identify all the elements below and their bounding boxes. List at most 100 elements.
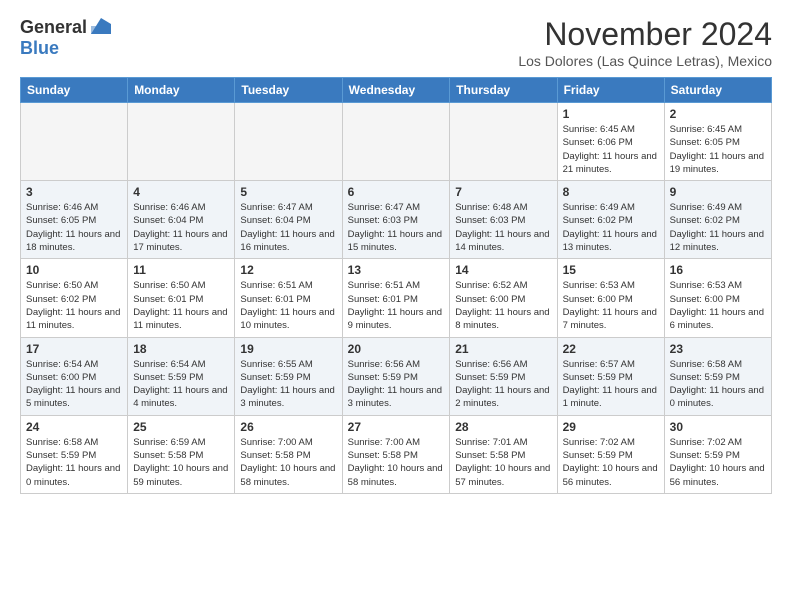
day-info: Sunrise: 7:00 AM Sunset: 5:58 PM Dayligh… xyxy=(240,436,336,489)
calendar-day-cell xyxy=(128,103,235,181)
day-number: 26 xyxy=(240,420,336,434)
calendar-day-cell: 22 Sunrise: 6:57 AM Sunset: 5:59 PM Dayli… xyxy=(557,337,664,415)
calendar-day-header: Thursday xyxy=(450,78,557,103)
day-number: 4 xyxy=(133,185,229,199)
calendar-day-cell: 29 Sunrise: 7:02 AM Sunset: 5:59 PM Dayli… xyxy=(557,415,664,493)
calendar-day-cell: 28Sunrise: 7:01 AM Sunset: 5:58 PM Dayli… xyxy=(450,415,557,493)
calendar-day-header: Wednesday xyxy=(342,78,450,103)
day-info: Sunrise: 6:58 AM Sunset: 5:59 PM Dayligh… xyxy=(670,358,766,411)
day-info: Sunrise: 6:53 AM Sunset: 6:00 PM Dayligh… xyxy=(670,279,766,332)
calendar-day-cell xyxy=(21,103,128,181)
calendar-day-cell: 15 Sunrise: 6:53 AM Sunset: 6:00 PM Dayli… xyxy=(557,259,664,337)
calendar-week-row: 3 Sunrise: 6:46 AM Sunset: 6:05 PM Daylig… xyxy=(21,181,772,259)
day-number: 10 xyxy=(26,263,122,277)
calendar-day-cell: 19Sunrise: 6:55 AM Sunset: 5:59 PM Dayli… xyxy=(235,337,342,415)
day-info: Sunrise: 6:46 AM Sunset: 6:05 PM Dayligh… xyxy=(26,201,122,254)
day-info: Sunrise: 6:48 AM Sunset: 6:03 PM Dayligh… xyxy=(455,201,551,254)
logo-blue-text: Blue xyxy=(20,38,59,59)
day-number: 6 xyxy=(348,185,445,199)
day-info: Sunrise: 6:56 AM Sunset: 5:59 PM Dayligh… xyxy=(455,358,551,411)
day-number: 16 xyxy=(670,263,766,277)
calendar-day-cell: 25Sunrise: 6:59 AM Sunset: 5:58 PM Dayli… xyxy=(128,415,235,493)
calendar-day-header: Sunday xyxy=(21,78,128,103)
day-info: Sunrise: 6:55 AM Sunset: 5:59 PM Dayligh… xyxy=(240,358,336,411)
location-subtitle: Los Dolores (Las Quince Letras), Mexico xyxy=(518,53,772,69)
calendar-table: SundayMondayTuesdayWednesdayThursdayFrid… xyxy=(20,77,772,494)
day-number: 3 xyxy=(26,185,122,199)
calendar-day-cell: 7 Sunrise: 6:48 AM Sunset: 6:03 PM Daylig… xyxy=(450,181,557,259)
day-number: 21 xyxy=(455,342,551,356)
calendar-day-header: Tuesday xyxy=(235,78,342,103)
calendar-day-cell: 1Sunrise: 6:45 AM Sunset: 6:06 PM Daylig… xyxy=(557,103,664,181)
day-number: 15 xyxy=(563,263,659,277)
day-number: 14 xyxy=(455,263,551,277)
logo-general-text: General xyxy=(20,17,87,38)
day-info: Sunrise: 6:56 AM Sunset: 5:59 PM Dayligh… xyxy=(348,358,445,411)
day-info: Sunrise: 6:50 AM Sunset: 6:01 PM Dayligh… xyxy=(133,279,229,332)
day-number: 23 xyxy=(670,342,766,356)
day-info: Sunrise: 6:45 AM Sunset: 6:06 PM Dayligh… xyxy=(563,123,659,176)
calendar-day-cell: 6 Sunrise: 6:47 AM Sunset: 6:03 PM Daylig… xyxy=(342,181,450,259)
calendar-day-cell: 2Sunrise: 6:45 AM Sunset: 6:05 PM Daylig… xyxy=(664,103,771,181)
calendar-day-cell: 23 Sunrise: 6:58 AM Sunset: 5:59 PM Dayli… xyxy=(664,337,771,415)
calendar-day-header: Friday xyxy=(557,78,664,103)
day-info: Sunrise: 7:02 AM Sunset: 5:59 PM Dayligh… xyxy=(670,436,766,489)
calendar-day-cell: 18Sunrise: 6:54 AM Sunset: 5:59 PM Dayli… xyxy=(128,337,235,415)
day-number: 20 xyxy=(348,342,445,356)
calendar-day-cell xyxy=(450,103,557,181)
calendar-week-row: 17Sunrise: 6:54 AM Sunset: 6:00 PM Dayli… xyxy=(21,337,772,415)
day-number: 29 xyxy=(563,420,659,434)
calendar-day-header: Saturday xyxy=(664,78,771,103)
day-number: 22 xyxy=(563,342,659,356)
calendar-day-cell: 9 Sunrise: 6:49 AM Sunset: 6:02 PM Daylig… xyxy=(664,181,771,259)
day-number: 11 xyxy=(133,263,229,277)
calendar-day-cell: 26 Sunrise: 7:00 AM Sunset: 5:58 PM Dayli… xyxy=(235,415,342,493)
calendar-day-cell: 17Sunrise: 6:54 AM Sunset: 6:00 PM Dayli… xyxy=(21,337,128,415)
page-header: General Blue November 2024 Los Dolores (… xyxy=(20,16,772,69)
title-section: November 2024 Los Dolores (Las Quince Le… xyxy=(518,16,772,69)
day-number: 7 xyxy=(455,185,551,199)
logo: General Blue xyxy=(20,16,111,59)
calendar-day-cell: 3 Sunrise: 6:46 AM Sunset: 6:05 PM Daylig… xyxy=(21,181,128,259)
calendar-day-header: Monday xyxy=(128,78,235,103)
calendar-week-row: 1Sunrise: 6:45 AM Sunset: 6:06 PM Daylig… xyxy=(21,103,772,181)
calendar-day-cell: 10Sunrise: 6:50 AM Sunset: 6:02 PM Dayli… xyxy=(21,259,128,337)
calendar-day-cell: 16 Sunrise: 6:53 AM Sunset: 6:00 PM Dayli… xyxy=(664,259,771,337)
day-info: Sunrise: 7:02 AM Sunset: 5:59 PM Dayligh… xyxy=(563,436,659,489)
calendar-week-row: 10Sunrise: 6:50 AM Sunset: 6:02 PM Dayli… xyxy=(21,259,772,337)
day-number: 13 xyxy=(348,263,445,277)
calendar-day-cell: 8Sunrise: 6:49 AM Sunset: 6:02 PM Daylig… xyxy=(557,181,664,259)
calendar-day-cell: 14 Sunrise: 6:52 AM Sunset: 6:00 PM Dayli… xyxy=(450,259,557,337)
month-title: November 2024 xyxy=(518,16,772,53)
day-number: 30 xyxy=(670,420,766,434)
calendar-day-cell xyxy=(235,103,342,181)
calendar-day-cell: 12Sunrise: 6:51 AM Sunset: 6:01 PM Dayli… xyxy=(235,259,342,337)
day-number: 9 xyxy=(670,185,766,199)
day-number: 24 xyxy=(26,420,122,434)
calendar-header-row: SundayMondayTuesdayWednesdayThursdayFrid… xyxy=(21,78,772,103)
calendar-day-cell: 5Sunrise: 6:47 AM Sunset: 6:04 PM Daylig… xyxy=(235,181,342,259)
calendar-day-cell: 21 Sunrise: 6:56 AM Sunset: 5:59 PM Dayli… xyxy=(450,337,557,415)
calendar-day-cell: 20 Sunrise: 6:56 AM Sunset: 5:59 PM Dayli… xyxy=(342,337,450,415)
day-number: 18 xyxy=(133,342,229,356)
day-info: Sunrise: 6:49 AM Sunset: 6:02 PM Dayligh… xyxy=(563,201,659,254)
day-info: Sunrise: 6:57 AM Sunset: 5:59 PM Dayligh… xyxy=(563,358,659,411)
day-info: Sunrise: 6:59 AM Sunset: 5:58 PM Dayligh… xyxy=(133,436,229,489)
day-info: Sunrise: 6:47 AM Sunset: 6:04 PM Dayligh… xyxy=(240,201,336,254)
day-info: Sunrise: 6:49 AM Sunset: 6:02 PM Dayligh… xyxy=(670,201,766,254)
calendar-day-cell: 11 Sunrise: 6:50 AM Sunset: 6:01 PM Dayli… xyxy=(128,259,235,337)
day-number: 12 xyxy=(240,263,336,277)
day-info: Sunrise: 6:47 AM Sunset: 6:03 PM Dayligh… xyxy=(348,201,445,254)
day-info: Sunrise: 6:52 AM Sunset: 6:00 PM Dayligh… xyxy=(455,279,551,332)
day-number: 27 xyxy=(348,420,445,434)
logo-icon xyxy=(89,16,111,38)
calendar-day-cell xyxy=(342,103,450,181)
day-info: Sunrise: 6:53 AM Sunset: 6:00 PM Dayligh… xyxy=(563,279,659,332)
calendar-day-cell: 30 Sunrise: 7:02 AM Sunset: 5:59 PM Dayli… xyxy=(664,415,771,493)
calendar-day-cell: 13 Sunrise: 6:51 AM Sunset: 6:01 PM Dayli… xyxy=(342,259,450,337)
day-info: Sunrise: 6:51 AM Sunset: 6:01 PM Dayligh… xyxy=(348,279,445,332)
day-info: Sunrise: 7:01 AM Sunset: 5:58 PM Dayligh… xyxy=(455,436,551,489)
calendar-week-row: 24Sunrise: 6:58 AM Sunset: 5:59 PM Dayli… xyxy=(21,415,772,493)
day-info: Sunrise: 6:46 AM Sunset: 6:04 PM Dayligh… xyxy=(133,201,229,254)
calendar-day-cell: 4 Sunrise: 6:46 AM Sunset: 6:04 PM Daylig… xyxy=(128,181,235,259)
